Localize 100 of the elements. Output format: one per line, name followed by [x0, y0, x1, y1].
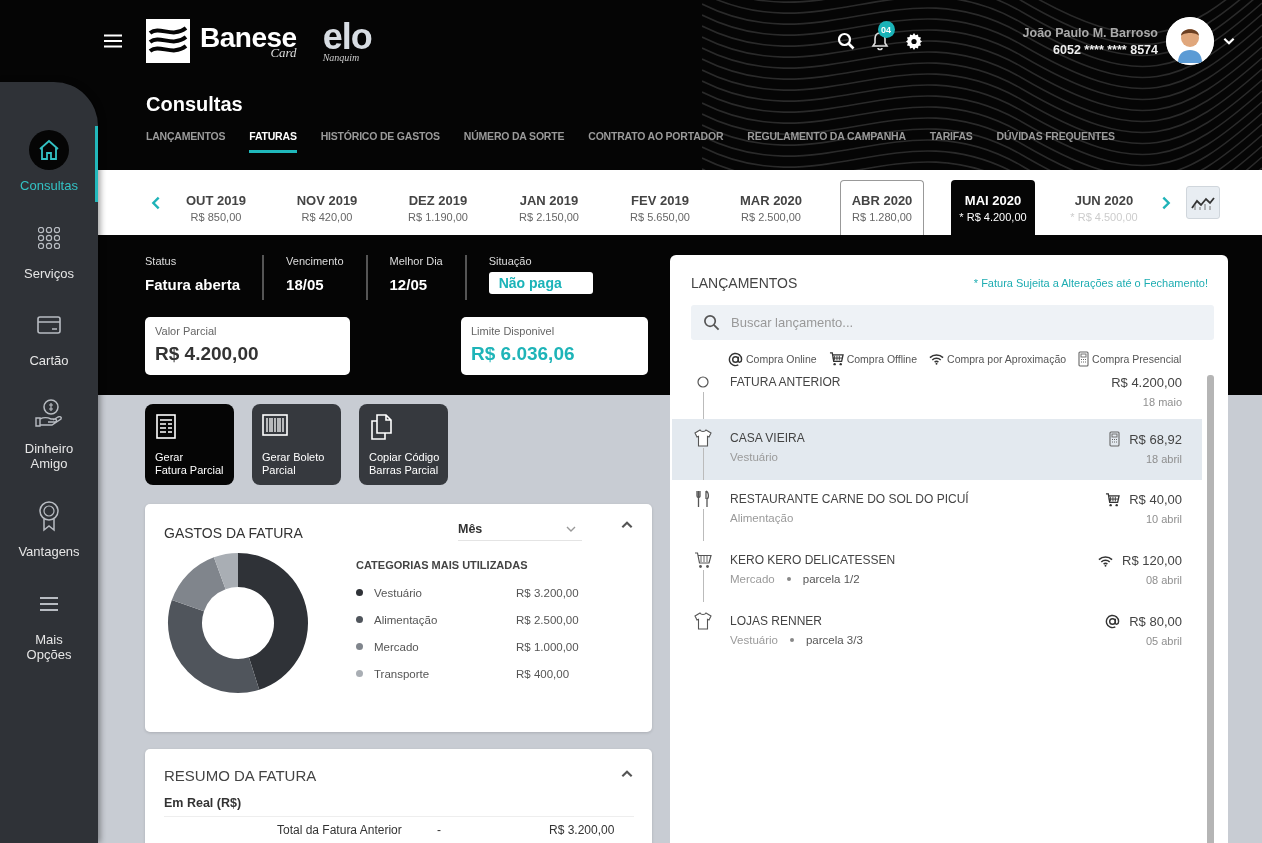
hand-coin-icon	[34, 397, 64, 428]
circle-icon	[697, 376, 709, 388]
card-icon	[36, 314, 62, 337]
period-dropdown[interactable]: Mês	[458, 522, 582, 541]
transaction-installment: parcela 1/2	[802, 573, 860, 585]
month-tab[interactable]: ABR 2020 R$ 1.280,00	[840, 180, 924, 235]
transaction-row[interactable]: KERO KERO DELICATESSEN Mercado parcela 1/2 R$ 120,00 08 abril	[672, 541, 1202, 602]
cart-icon	[828, 352, 844, 366]
transaction-amount: R$ 68,92	[1129, 431, 1182, 447]
shirt-icon	[694, 612, 712, 630]
summary-label: Total da Fatura Anterior	[277, 823, 403, 837]
fork-knife-icon	[695, 490, 711, 508]
tab[interactable]: HISTÓRICO DE GASTOS	[320, 130, 440, 153]
bell-icon[interactable]	[870, 31, 889, 51]
transaction-amount: R$ 120,00	[1122, 553, 1182, 568]
home-icon	[37, 138, 61, 162]
cart-icon	[694, 551, 712, 569]
card-terminal-icon	[1109, 431, 1121, 447]
card-number: 6052 **** **** 8574	[1053, 42, 1158, 57]
status-value: Fatura aberta	[145, 276, 241, 293]
avatar[interactable]	[1166, 17, 1214, 65]
wave-logo-icon	[146, 19, 190, 63]
medal-icon	[37, 499, 61, 532]
legend-label: Transporte	[374, 667, 431, 680]
card-terminal-icon	[1078, 351, 1090, 367]
tab[interactable]: NÚMERO DA SORTE	[463, 130, 565, 153]
transaction-installment: parcela 3/3	[805, 634, 863, 646]
transaction-name: RESTAURANTE CARNE DO SOL DO PICUÍ	[730, 492, 970, 506]
summary-sign: -	[437, 823, 442, 837]
amount-label: Valor Parcial	[155, 325, 218, 337]
legend-label: Mercado	[374, 640, 420, 653]
legend-value: R$ 400,00	[516, 667, 570, 680]
shirt-icon	[694, 429, 712, 447]
transaction-category: Vestuário	[730, 634, 778, 646]
receipt-icon	[155, 414, 177, 440]
at-sign-icon	[1105, 614, 1121, 629]
status-value: 18/05	[286, 276, 325, 293]
panel-title: LANÇAMENTOS	[691, 275, 798, 291]
user-name: João Paulo M. Barroso	[1022, 25, 1158, 40]
sidebar-item[interactable]: Vantagens	[0, 495, 98, 560]
wifi-icon	[929, 353, 945, 365]
tab[interactable]: DÚVIDAS FREQUENTES	[996, 130, 1115, 153]
settings-icon[interactable]	[904, 32, 923, 50]
status-value: 12/05	[389, 276, 429, 293]
status-label: Situação	[488, 255, 533, 267]
card-subtitle: Em Real (R$)	[164, 796, 634, 817]
sidebar-item[interactable]: Cartão	[0, 305, 98, 369]
transaction-name: LOJAS RENNER	[730, 614, 824, 628]
action-button[interactable]: Gerar Boleto Parcial	[252, 404, 341, 485]
wifi-icon	[1098, 554, 1113, 567]
transaction-row[interactable]: RESTAURANTE CARNE DO SOL DO PICUÍ Alimentação R$ 40,00 10 abril	[672, 480, 1202, 541]
menu-icon[interactable]	[104, 34, 122, 48]
legend-value: R$ 3.200,00	[516, 586, 579, 599]
payment-type-label: Compra Online	[746, 353, 817, 365]
legend-label: Vestuário	[374, 586, 423, 599]
sidebar-item[interactable]: Dinheiro Amigo	[0, 392, 98, 472]
payment-type-label: Compra Offline	[846, 353, 918, 365]
card-title: GASTOS DA FATURA	[164, 525, 303, 541]
legend-title: CATEGORIAS MAIS UTILIZADAS	[356, 559, 529, 571]
tab[interactable]: CONTRATO AO PORTADOR	[588, 130, 724, 153]
bullet-icon	[789, 638, 794, 642]
tab[interactable]: FATURAS	[249, 130, 297, 153]
transaction-name: CASA VIEIRA	[730, 431, 806, 445]
payment-type-label: Compra por Aproximação	[947, 353, 1067, 365]
transaction-row[interactable]: CASA VIEIRA Vestuário R$ 68,92 18 abril	[672, 419, 1202, 480]
transaction-date: 08 abril	[1145, 574, 1182, 586]
tab[interactable]: TARIFAS	[929, 130, 973, 153]
summary-value: R$ 3.200,00	[549, 823, 615, 837]
transaction-row[interactable]: LOJAS RENNER Vestuário parcela 3/3 R$ 80,00 05 abril	[672, 602, 1202, 663]
status-label: Status	[145, 255, 178, 267]
month-tab[interactable]: MAI 2020 * R$ 4.200,00	[951, 180, 1035, 235]
sidebar-item[interactable]: Serviços	[0, 217, 98, 282]
transaction-amount: R$ 80,00	[1129, 614, 1182, 629]
amount-label: Limite Disponivel	[471, 325, 556, 337]
sidebar-item[interactable]: Mais Opções	[0, 583, 98, 663]
line-chart-icon	[1191, 195, 1215, 210]
transaction-date: 18 abril	[1145, 453, 1182, 465]
status-badge: Não paga	[488, 272, 593, 294]
search-icon[interactable]	[836, 32, 855, 50]
action-button[interactable]: Copiar Código Barras Parcial	[359, 404, 448, 485]
cart-icon	[1105, 492, 1121, 507]
amount-value: R$ 6.036,06	[471, 343, 576, 365]
tab[interactable]: REGULAMENTO DA CAMPANHA	[747, 130, 906, 153]
transaction-amount: R$ 4.200,00	[1111, 375, 1182, 390]
transaction-date: 05 abril	[1145, 635, 1182, 647]
barcode-icon	[262, 414, 288, 436]
payment-type-label: Compra Presencial	[1092, 353, 1182, 365]
transaction-date: 18 maio	[1142, 396, 1182, 408]
page-title: Consultas	[146, 93, 244, 116]
action-button[interactable]: Gerar Fatura Parcial	[145, 404, 234, 485]
chart-button[interactable]	[1186, 186, 1220, 219]
grid-icon	[38, 226, 60, 249]
at-sign-icon	[728, 351, 743, 367]
search-field[interactable]: Buscar lançamento...	[691, 305, 1214, 340]
transaction-category: Mercado	[730, 573, 775, 585]
tab[interactable]: LANÇAMENTOS	[146, 130, 226, 153]
card-title: RESUMO DA FATURA	[164, 767, 317, 784]
transaction-row[interactable]: FATURA ANTERIOR R$ 4.200,00 18 maio	[672, 372, 1202, 419]
transaction-name: KERO KERO DELICATESSEN	[730, 553, 897, 567]
scrollbar[interactable]	[1207, 375, 1214, 843]
